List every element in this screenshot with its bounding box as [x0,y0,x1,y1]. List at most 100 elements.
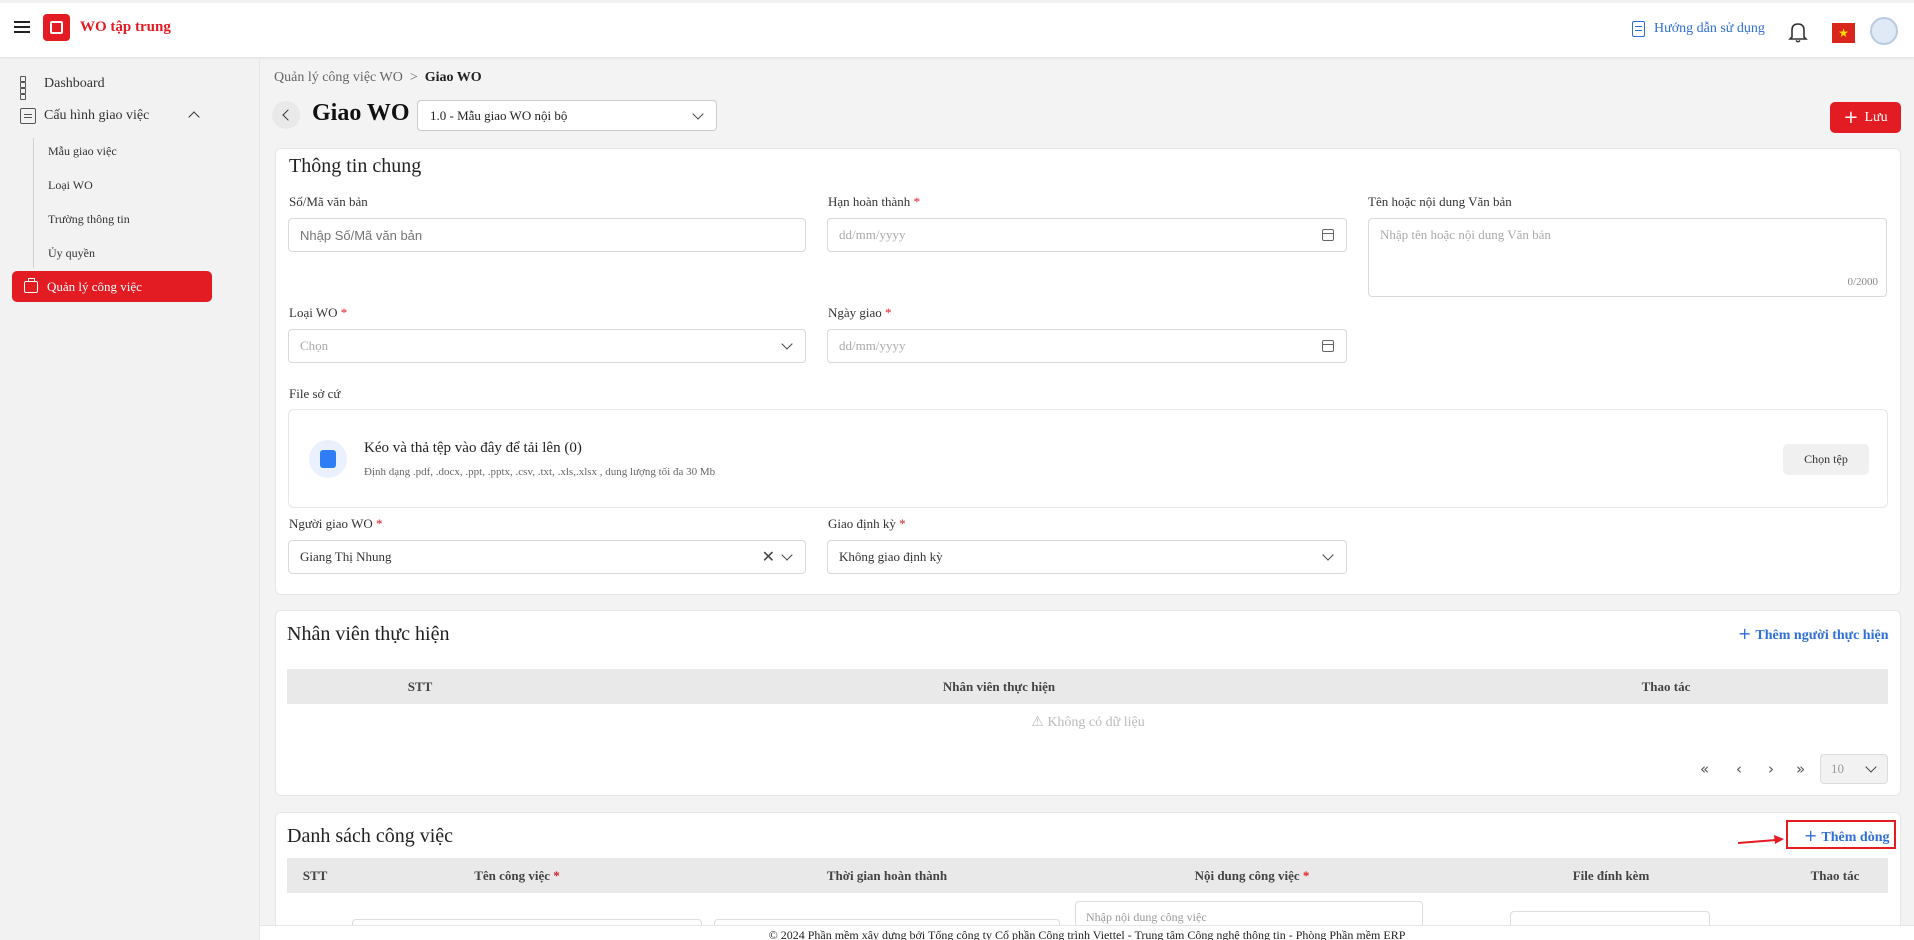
submenu-line [33,138,34,268]
staff-table-header: STT Nhân viên thực hiện Thao tác [287,669,1888,704]
next-page-button[interactable]: › [1768,760,1774,778]
column-header: Thao tác [1810,868,1860,883]
assign-date-label: Ngày giao * [828,305,892,320]
chevron-down-icon [1322,549,1334,561]
top-bar: WO tập trung Hướng dẫn sử dụng ★ [0,0,1914,58]
column-header: Nội dung công việc * [1194,868,1310,883]
bell-icon[interactable] [1788,21,1808,43]
column-header: Nhân viên thực hiện [942,679,1056,694]
breadcrumb: Quản lý công việc WO > Giao WO [274,70,482,86]
add-staff-button[interactable]: + Thêm người thực hiện [1738,624,1888,644]
sidebar-item-label: Quản lý công việc [47,278,142,294]
help-link[interactable]: Hướng dẫn sử dụng [1632,21,1765,37]
clear-icon[interactable]: ✕ [762,547,775,566]
chevron-down-icon [781,338,793,350]
general-info-title: Thông tin chung [289,155,422,177]
config-icon [20,108,36,124]
page-size-select[interactable]: 10 [1820,754,1888,784]
periodic-value: Không giao định kỳ [839,549,943,564]
calendar-icon [1322,340,1334,352]
choose-file-button[interactable]: Chọn tệp [1783,444,1869,475]
language-flag-icon[interactable]: ★ [1832,23,1855,43]
menu-icon[interactable] [14,21,30,35]
doc-content-label: Tên hoặc nội dung Văn bản [1368,194,1512,209]
due-date-label: Hạn hoàn thành * [828,194,921,209]
doc-number-label: Số/Mã văn bản [289,194,368,209]
doc-number-input[interactable] [288,218,806,252]
footer: © 2024 Phần mềm xây dựng bởi Tổng công t… [260,925,1914,940]
sidebar-item-dashboard[interactable]: Dashboard [20,76,105,100]
upload-file-icon [309,440,347,478]
add-row-label: Thêm dòng [1821,830,1890,845]
periodic-label: Giao định kỳ * [828,516,906,531]
wo-type-placeholder: Chọn [300,338,329,353]
template-select[interactable]: 1.0 - Mẫu giao WO nội bộ [417,100,717,131]
due-date-placeholder: dd/mm/yyyy [839,227,906,242]
tasks-title: Danh sách công việc [287,825,454,847]
sidebar-item-label: Dashboard [44,76,105,91]
sidebar-subitem-template[interactable]: Mẫu giao việc [48,144,117,159]
wo-type-label: Loại WO * [289,305,348,320]
task-content-placeholder: Nhập nội dung công việc [1086,910,1207,924]
back-button[interactable] [272,101,300,129]
plus-icon: + [1804,826,1818,845]
breadcrumb-parent[interactable]: Quản lý công việc WO [274,70,403,85]
assign-date-field[interactable]: dd/mm/yyyy [827,329,1347,363]
plus-icon: + [1738,624,1752,643]
save-button[interactable]: + Lưu [1830,102,1901,133]
help-label: Hướng dẫn sử dụng [1654,21,1765,36]
page-size-value: 10 [1831,761,1844,776]
column-header: STT [407,679,433,694]
empty-message: ⚠ Không có dữ liệu [1031,715,1145,730]
last-page-button[interactable]: » [1796,760,1805,778]
periodic-select[interactable]: Không giao định kỳ [827,540,1347,574]
assign-date-placeholder: dd/mm/yyyy [839,338,906,353]
dropzone-formats: Định dạng .pdf, .docx, .ppt, .pptx, .csv… [364,466,716,478]
briefcase-icon [24,277,38,293]
doc-content-textarea[interactable]: Nhập tên hoặc nội dung Văn bản 0/2000 [1368,218,1887,297]
chevron-down-icon [692,108,704,120]
page-title: Giao WO [312,100,410,126]
assigner-label: Người giao WO * [289,516,383,531]
document-icon [1632,21,1645,37]
general-info-card [275,148,1901,595]
assigner-select[interactable]: Giang Thị Nhung ✕ [288,540,806,574]
column-header: STT [302,868,328,883]
breadcrumb-current: Giao WO [424,70,482,85]
save-label: Lưu [1864,109,1888,125]
column-header: Thao tác [1641,679,1691,694]
plus-icon: + [1843,107,1859,128]
sidebar [0,59,260,940]
avatar[interactable] [1870,17,1898,45]
add-staff-label: Thêm người thực hiện [1755,628,1889,643]
staff-title: Nhân viên thực hiện [287,623,450,645]
sidebar-subitem-wo-type[interactable]: Loại WO [48,178,93,193]
template-select-value: 1.0 - Mẫu giao WO nội bộ [430,108,568,123]
dashboard-icon [20,76,36,100]
column-header: Thời gian hoàn thành [826,868,948,883]
column-header: File đính kèm [1572,868,1650,883]
app-title: WO tập trung [80,19,171,35]
sidebar-item-label: Cấu hình giao việc [44,108,150,123]
wo-type-select[interactable]: Chọn [288,329,806,363]
chevron-down-icon [781,549,793,561]
add-row-button[interactable]: + Thêm dòng [1804,826,1889,846]
sidebar-subitem-delegation[interactable]: Ủy quyền [48,246,95,261]
chevron-down-icon [1865,761,1877,773]
calendar-icon [1322,229,1334,241]
app-logo[interactable] [43,14,70,41]
breadcrumb-separator: > [409,70,418,85]
tasks-table-header: STT Tên công việc * Thời gian hoàn thành… [287,858,1888,893]
dropzone-title: Kéo và thả tệp vào đây để tải lên (0) [364,440,582,456]
assigner-value: Giang Thị Nhung [300,549,392,564]
doc-content-placeholder: Nhập tên hoặc nội dung Văn bản [1380,227,1551,242]
file-label: File sở cứ [289,386,341,401]
sidebar-item-config[interactable]: Cấu hình giao việc [20,108,149,124]
due-date-field[interactable]: dd/mm/yyyy [827,218,1347,252]
column-header: Tên công việc * [474,868,560,883]
sidebar-subitem-fields[interactable]: Trường thông tin [48,212,130,227]
prev-page-button[interactable]: ‹ [1736,760,1742,778]
sidebar-item-work-management[interactable]: Quản lý công việc [12,271,212,302]
first-page-button[interactable]: « [1700,760,1709,778]
file-dropzone[interactable]: Kéo và thả tệp vào đây để tải lên (0) Đị… [288,409,1888,508]
